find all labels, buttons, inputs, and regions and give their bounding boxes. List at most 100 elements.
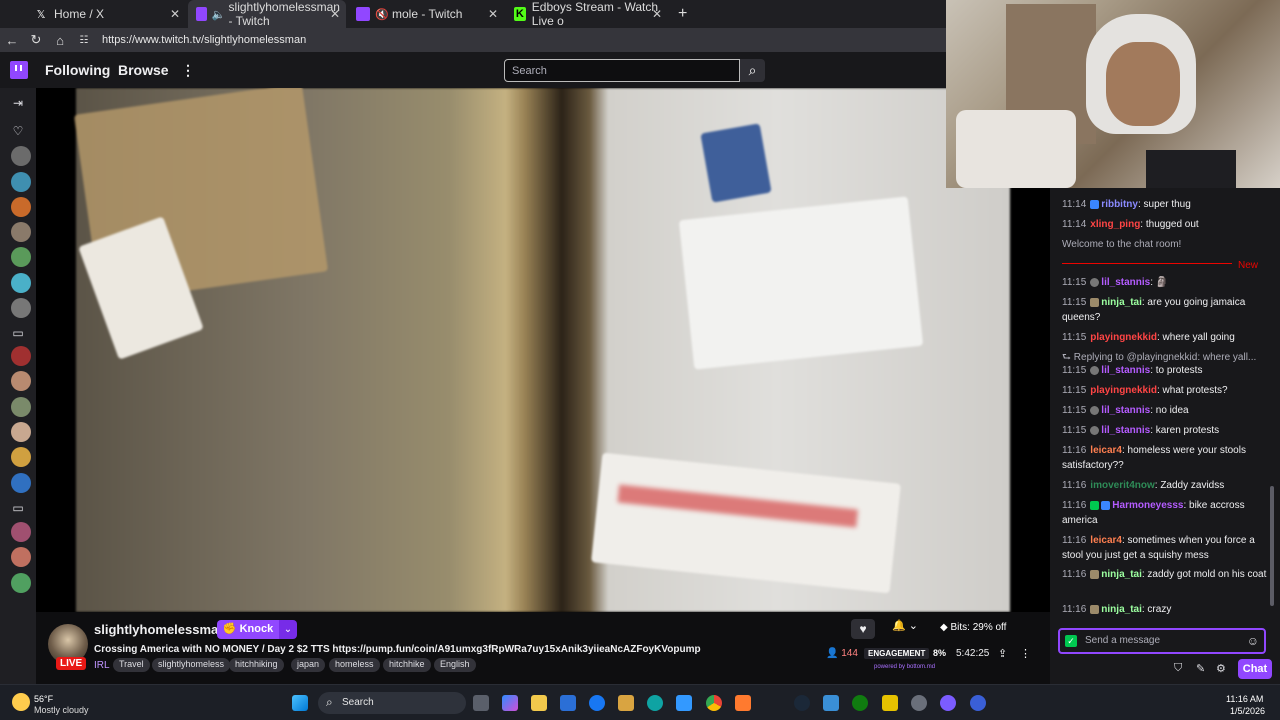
chat-username[interactable]: Harmoneyesss <box>1112 500 1183 511</box>
vlc-icon[interactable] <box>735 695 751 711</box>
tag[interactable]: Travel <box>113 658 150 672</box>
clock-date[interactable]: 1/5/2026 <box>1230 706 1265 716</box>
bits-discount-button[interactable]: ◆ Bits: 29% off <box>940 622 1006 633</box>
chat-username[interactable]: lil_stannis <box>1101 365 1150 376</box>
tab-twitch-active[interactable]: 🔈 slightlyhomelessman - Twitch ✕ <box>188 0 346 28</box>
tab-x[interactable]: 𝕏 Home / X ✕ <box>26 0 186 28</box>
knock-button[interactable]: ✊ Knock <box>217 620 279 639</box>
xbox-icon[interactable] <box>852 695 868 711</box>
chat-username[interactable]: ninja_tai <box>1101 604 1142 615</box>
channel-avatar[interactable] <box>11 247 31 267</box>
home-icon[interactable]: ⌂ <box>48 33 72 48</box>
task-view-icon[interactable] <box>473 695 489 711</box>
nav-following[interactable]: Following <box>45 62 110 78</box>
tab-edboys[interactable]: K Edboys Stream - Watch Live o ✕ <box>506 0 668 28</box>
chat-input[interactable]: ✓ Send a message ☺ <box>1058 628 1266 654</box>
tag[interactable]: hitchhike <box>383 658 431 672</box>
copilot-icon[interactable] <box>502 695 518 711</box>
channel-avatar[interactable] <box>11 573 31 593</box>
amazon-icon[interactable] <box>618 695 634 711</box>
shield-icon[interactable]: ⛉ <box>1174 662 1182 675</box>
chat-username[interactable]: imoverit4now <box>1090 480 1154 491</box>
tag[interactable]: japan <box>291 658 326 672</box>
channel-avatar[interactable] <box>11 447 31 467</box>
edge-icon[interactable] <box>647 695 663 711</box>
back-icon[interactable]: ← <box>0 33 24 48</box>
tag[interactable]: English <box>434 658 476 672</box>
steam-icon[interactable] <box>794 695 810 711</box>
obs-icon[interactable] <box>940 695 956 711</box>
channel-avatar[interactable] <box>11 298 31 318</box>
follow-heart-button[interactable]: ♥ <box>851 619 875 639</box>
twitch-logo-icon[interactable] <box>10 61 28 79</box>
chat-username[interactable]: playingnekkid <box>1090 332 1157 343</box>
close-icon[interactable]: ✕ <box>652 7 662 21</box>
chat-username[interactable]: ninja_tai <box>1101 569 1142 580</box>
channel-avatar[interactable] <box>11 422 31 442</box>
tag[interactable]: slightlyhomeless <box>152 658 231 672</box>
tab-mole[interactable]: 🔇 mole - Twitch ✕ <box>348 0 504 28</box>
chat-username[interactable]: leicar4 <box>1090 445 1122 456</box>
clock-time[interactable]: 11:16 AM <box>1226 694 1263 704</box>
chrome-icon[interactable] <box>706 695 722 711</box>
knock-dropdown-button[interactable]: ⌄ <box>279 620 297 639</box>
chat-username[interactable]: lil_stannis <box>1101 277 1150 288</box>
channel-avatar[interactable] <box>11 473 31 493</box>
gear-icon[interactable]: ⚙ <box>1216 662 1226 675</box>
stream-category[interactable]: IRL <box>94 660 110 671</box>
store-icon[interactable] <box>560 695 576 711</box>
windows-start-icon[interactable] <box>292 695 308 711</box>
tag[interactable]: hitchhiking <box>229 658 284 672</box>
channel-avatar[interactable] <box>11 522 31 542</box>
channel-avatar[interactable] <box>11 172 31 192</box>
more-menu-icon[interactable]: ⋮ <box>181 62 195 79</box>
site-info-icon[interactable]: ☷ <box>72 35 96 46</box>
app-icon[interactable] <box>911 695 927 711</box>
search-input[interactable]: Search <box>504 59 740 82</box>
channel-avatar[interactable] <box>11 197 31 217</box>
url-field[interactable]: https://www.twitch.tv/slightlyhomelessma… <box>102 34 306 46</box>
channel-avatar[interactable] <box>11 371 31 391</box>
close-icon[interactable]: ✕ <box>330 7 340 21</box>
chat-username[interactable]: playingnekkid <box>1090 385 1157 396</box>
chat-username[interactable]: leicar4 <box>1090 535 1122 546</box>
channel-avatar[interactable] <box>11 547 31 567</box>
weather-cloud-icon[interactable] <box>12 693 30 711</box>
emote-picker-icon[interactable]: ☺ <box>1247 634 1259 648</box>
search-button[interactable]: ⌕ <box>740 59 765 82</box>
app-icon[interactable] <box>882 695 898 711</box>
chat-username[interactable]: xling_ping <box>1090 219 1140 230</box>
expand-rail-icon[interactable]: ⇥ <box>10 96 26 110</box>
channel-name[interactable]: slightlyhomelessman <box>94 622 226 637</box>
nav-browse[interactable]: Browse <box>118 62 169 78</box>
chat-send-button[interactable]: Chat <box>1238 659 1272 679</box>
app-icon[interactable] <box>970 695 986 711</box>
chat-username[interactable]: ribbitny <box>1101 199 1138 210</box>
chat-username[interactable]: lil_stannis <box>1101 405 1150 416</box>
chat-scrollbar[interactable] <box>1270 486 1274 606</box>
more-options-icon[interactable]: ⋮ <box>1020 647 1031 660</box>
channel-avatar[interactable] <box>11 222 31 242</box>
channel-avatar[interactable] <box>11 146 31 166</box>
facebook-icon[interactable] <box>589 695 605 711</box>
file-explorer-icon[interactable] <box>531 695 547 711</box>
share-icon[interactable]: ⇪ <box>998 647 1007 660</box>
chat-username[interactable]: ninja_tai <box>1101 297 1142 308</box>
close-icon[interactable]: ✕ <box>488 7 498 21</box>
reload-icon[interactable]: ↻ <box>24 32 48 48</box>
mail-icon[interactable] <box>676 695 692 711</box>
channel-avatar[interactable] <box>11 273 31 293</box>
taskbar-search[interactable]: ⌕ Search <box>318 692 466 714</box>
tag[interactable]: homeless <box>329 658 380 672</box>
chat-username[interactable]: lil_stannis <box>1101 425 1150 436</box>
new-tab-button[interactable]: + <box>670 0 690 28</box>
weather-description[interactable]: Mostly cloudy <box>34 705 89 715</box>
app-icon[interactable] <box>823 695 839 711</box>
weather-temperature[interactable]: 56°F <box>34 694 53 704</box>
close-icon[interactable]: ✕ <box>170 7 180 21</box>
channel-avatar[interactable] <box>11 397 31 417</box>
pencil-icon[interactable]: ✎ <box>1196 662 1205 675</box>
video-player[interactable] <box>36 88 1050 612</box>
channel-avatar[interactable] <box>11 346 31 366</box>
notification-bell-button[interactable]: 🔔 ⌄ <box>892 619 918 632</box>
